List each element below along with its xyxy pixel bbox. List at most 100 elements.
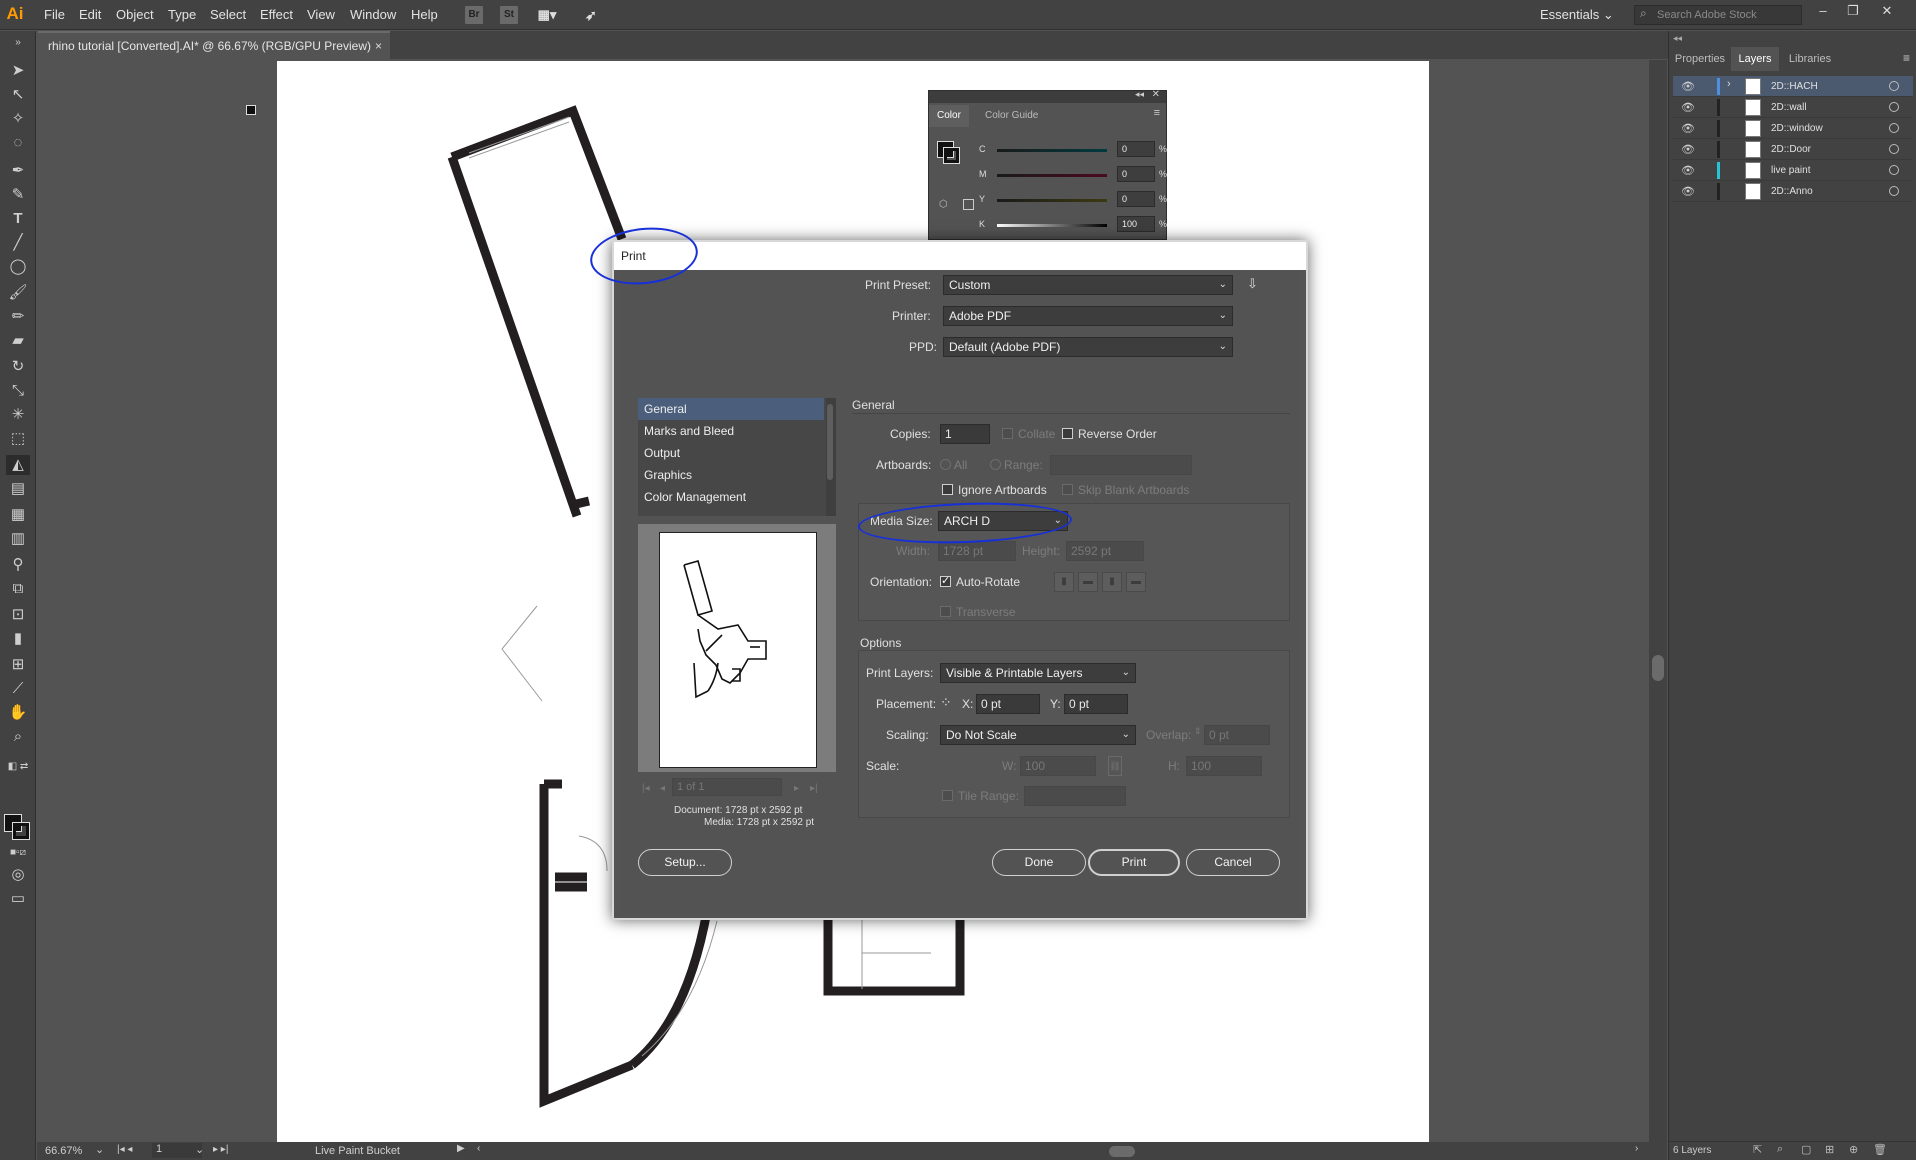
expand-chevron-icon[interactable]: › <box>1727 78 1731 90</box>
orientation-portrait-icon[interactable]: ▮ <box>1054 572 1074 592</box>
placement-grid-icon[interactable]: ⁘ <box>940 694 952 711</box>
direct-selection-tool-icon[interactable]: ↖ <box>6 85 30 105</box>
slider-cyan[interactable]: C 0 % <box>979 141 1167 161</box>
tab-color-guide[interactable]: Color Guide <box>977 105 1046 127</box>
next-page-icon[interactable]: ▸ <box>794 783 799 794</box>
artboards-range-radio[interactable] <box>990 459 1001 470</box>
blend-tool-icon[interactable]: ⧉ <box>6 579 30 599</box>
layer-row[interactable]: 👁 2D::window <box>1673 118 1913 139</box>
new-sublayer-icon[interactable]: ⊞ <box>1825 1143 1834 1156</box>
x-input[interactable]: 0 pt <box>976 694 1040 714</box>
layer-target-icon[interactable] <box>1889 81 1899 91</box>
artboard-tool-icon[interactable]: ⊞ <box>6 655 30 675</box>
category-scrollbar-thumb[interactable] <box>827 404 833 480</box>
slider-track[interactable] <box>997 224 1107 227</box>
menu-select[interactable]: Select <box>210 0 246 30</box>
layer-target-icon[interactable] <box>1889 144 1899 154</box>
workspace-switcher[interactable]: Essentials ⌄ <box>1540 0 1614 30</box>
collapse-panel-icon[interactable]: ◂◂ <box>1135 89 1144 100</box>
pen-tool-icon[interactable]: ✒ <box>6 161 30 181</box>
done-button[interactable]: Done <box>992 849 1086 876</box>
layer-row[interactable]: 👁 2D::wall <box>1673 97 1913 118</box>
pencil-tool-icon[interactable]: ✏ <box>6 307 30 327</box>
chevron-down-icon[interactable]: ⌄ <box>195 1143 204 1156</box>
layer-target-icon[interactable] <box>1889 165 1899 175</box>
setup-button[interactable]: Setup... <box>638 849 732 876</box>
web-safe-swatch[interactable] <box>963 199 974 210</box>
paintbrush-tool-icon[interactable]: 🖌 <box>6 283 30 303</box>
scroll-right-icon[interactable]: › <box>1635 1143 1638 1154</box>
perspective-grid-tool-icon[interactable]: ▤ <box>6 479 30 499</box>
menu-view[interactable]: View <box>307 0 335 30</box>
zoom-level[interactable]: 66.67% <box>45 1145 82 1157</box>
layer-name[interactable]: 2D::HACH <box>1771 76 1818 97</box>
category-color-management[interactable]: Color Management <box>638 486 824 508</box>
document-tab[interactable]: rhino tutorial [Converted].AI* @ 66.67% … <box>38 31 390 59</box>
skip-blank-artboards-checkbox[interactable] <box>1062 484 1073 495</box>
slider-magenta[interactable]: M 0 % <box>979 166 1167 186</box>
gamut-warning-icon[interactable]: ⬡ <box>939 199 948 210</box>
symbol-sprayer-tool-icon[interactable]: ⊡ <box>6 605 30 625</box>
slider-value[interactable]: 0 <box>1117 141 1155 157</box>
tile-range-checkbox[interactable] <box>942 790 953 801</box>
layer-row[interactable]: 👁 2D::Anno <box>1673 181 1913 202</box>
layer-row[interactable]: 👁 › 2D::HACH <box>1673 76 1913 97</box>
category-output[interactable]: Output <box>638 442 824 464</box>
stock-search-input[interactable]: Search Adobe Stock <box>1634 5 1802 25</box>
ignore-artboards-checkbox[interactable] <box>942 484 953 495</box>
overlap-stepper-icon[interactable]: ⇕ <box>1194 726 1202 737</box>
last-page-icon[interactable]: ▸| <box>810 783 818 794</box>
menu-help[interactable]: Help <box>411 0 438 30</box>
printer-select[interactable]: Adobe PDF ⌄ <box>943 306 1233 326</box>
collapse-toolbar-icon[interactable]: » <box>6 33 30 53</box>
zoom-tool-icon[interactable]: ⌕ <box>6 727 30 747</box>
slider-track[interactable] <box>997 199 1107 202</box>
print-layers-select[interactable]: Visible & Printable Layers ⌄ <box>940 663 1136 683</box>
stock-icon[interactable]: St <box>500 6 518 24</box>
artboard-nav-next-icon[interactable]: ▸ ▸| <box>213 1144 228 1155</box>
close-window-button[interactable]: ✕ <box>1872 0 1902 22</box>
gpu-performance-icon[interactable]: ➶ <box>582 6 600 24</box>
tab-layers[interactable]: Layers <box>1731 47 1779 71</box>
puppet-warp-tool-icon[interactable]: ✳ <box>6 405 30 425</box>
orientation-landscape-icon[interactable]: ▬ <box>1078 572 1098 592</box>
layer-target-icon[interactable] <box>1889 186 1899 196</box>
layer-name[interactable]: live paint <box>1771 160 1810 181</box>
menu-object[interactable]: Object <box>116 0 154 30</box>
prev-page-icon[interactable]: ◂ <box>660 783 665 794</box>
rotate-tool-icon[interactable]: ↻ <box>6 357 30 377</box>
vertical-scrollbar[interactable] <box>1649 60 1667 1142</box>
artboard-corner-handle[interactable] <box>246 105 256 115</box>
arrange-documents-icon[interactable]: ▦▾ <box>534 6 560 24</box>
category-marks-and-bleed[interactable]: Marks and Bleed <box>638 420 824 442</box>
reverse-order-checkbox[interactable] <box>1062 428 1073 439</box>
line-tool-icon[interactable]: ╱ <box>6 233 30 253</box>
scaling-select[interactable]: Do Not Scale ⌄ <box>940 725 1136 745</box>
layer-name[interactable]: 2D::window <box>1771 118 1823 139</box>
auto-rotate-checkbox[interactable] <box>940 574 951 587</box>
slider-value[interactable]: 0 <box>1117 166 1155 182</box>
tab-color[interactable]: Color <box>929 105 969 127</box>
layer-row[interactable]: 👁 live paint <box>1673 160 1913 181</box>
layer-name[interactable]: 2D::Door <box>1771 139 1811 160</box>
bridge-icon[interactable]: Br <box>465 6 483 24</box>
menu-edit[interactable]: Edit <box>79 0 101 30</box>
tab-properties[interactable]: Properties <box>1671 47 1729 71</box>
type-tool-icon[interactable]: T <box>6 209 30 229</box>
close-icon[interactable]: × <box>375 33 382 59</box>
mesh-tool-icon[interactable]: ▦ <box>6 505 30 525</box>
print-button[interactable]: Print <box>1088 849 1180 876</box>
orientation-portrait-flipped-icon[interactable]: ▮ <box>1102 572 1122 592</box>
copies-input[interactable]: 1 <box>940 424 990 444</box>
eraser-tool-icon[interactable]: ▰ <box>6 331 30 351</box>
visibility-eye-icon[interactable]: 👁 <box>1681 143 1695 156</box>
new-layer-icon[interactable]: ⊕ <box>1849 1143 1858 1156</box>
slider-black[interactable]: K 100 % <box>979 216 1167 236</box>
visibility-eye-icon[interactable]: 👁 <box>1681 164 1695 177</box>
transverse-checkbox[interactable] <box>940 606 951 617</box>
stroke-swatch[interactable] <box>12 822 30 840</box>
print-preset-select[interactable]: Custom ⌄ <box>943 275 1233 295</box>
scale-tool-icon[interactable]: ⤡ <box>6 381 30 401</box>
minimize-button[interactable]: – <box>1808 0 1838 22</box>
category-graphics[interactable]: Graphics <box>638 464 824 486</box>
